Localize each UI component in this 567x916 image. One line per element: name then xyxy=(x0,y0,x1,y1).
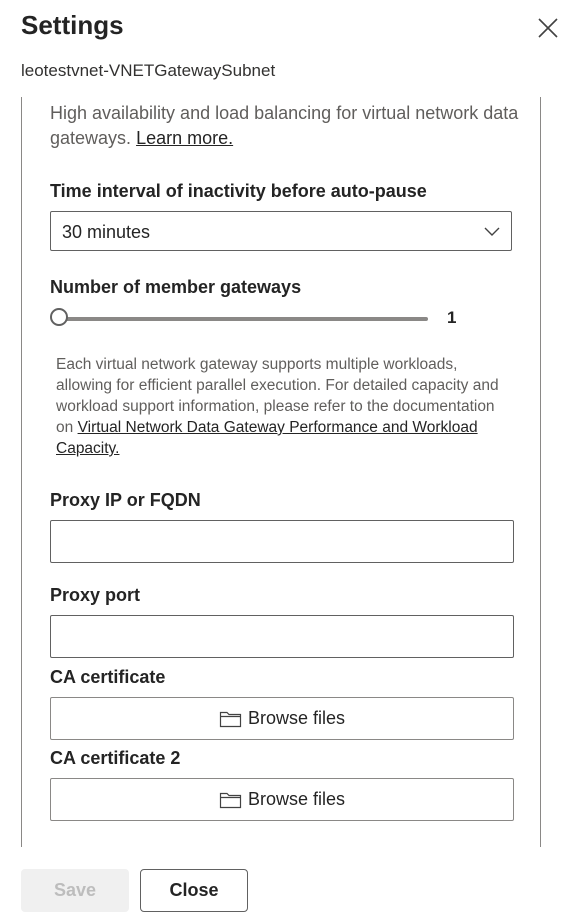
save-button[interactable]: Save xyxy=(21,869,129,912)
autopause-dropdown[interactable]: 30 minutes xyxy=(50,211,512,251)
page-title: Settings xyxy=(21,10,124,40)
folder-icon xyxy=(219,711,242,727)
member-gateways-slider-track[interactable] xyxy=(52,317,428,321)
intro-description: High availability and load balancing for… xyxy=(50,103,519,148)
capacity-note: Each virtual network gateway supports mu… xyxy=(56,354,516,459)
autopause-label: Time interval of inactivity before auto-… xyxy=(50,181,427,201)
ca-cert2-browse-label: Browse files xyxy=(247,789,346,809)
proxy-port-label: Proxy port xyxy=(50,585,141,605)
ca-cert-label: CA certificate xyxy=(50,667,166,687)
member-gateways-slider-thumb[interactable] xyxy=(50,308,68,326)
capacity-doc-link[interactable]: Virtual Network Data Gateway Performance… xyxy=(56,419,478,457)
member-gateways-value: 1 xyxy=(447,308,457,327)
ca-cert-browse-button[interactable]: Browse files xyxy=(50,697,514,740)
proxy-ip-label: Proxy IP or FQDN xyxy=(50,490,201,510)
ca-cert2-label: CA certificate 2 xyxy=(50,748,181,768)
ca-cert2-browse-button[interactable]: Browse files xyxy=(50,778,514,821)
member-gateways-label: Number of member gateways xyxy=(50,277,302,297)
proxy-port-input[interactable] xyxy=(50,615,514,658)
chevron-down-icon xyxy=(484,227,500,236)
subnet-name: leotestvnet-VNETGatewaySubnet xyxy=(21,61,276,80)
learn-more-link[interactable]: Learn more. xyxy=(136,128,233,148)
autopause-value: 30 minutes xyxy=(62,222,151,242)
proxy-ip-input[interactable] xyxy=(50,520,514,563)
ca-cert-browse-label: Browse files xyxy=(247,708,346,728)
close-icon[interactable] xyxy=(534,14,562,42)
folder-icon xyxy=(219,792,242,808)
close-button[interactable]: Close xyxy=(140,869,248,912)
intro-text: High availability and load balancing for… xyxy=(50,101,520,151)
settings-panel: High availability and load balancing for… xyxy=(21,97,541,847)
